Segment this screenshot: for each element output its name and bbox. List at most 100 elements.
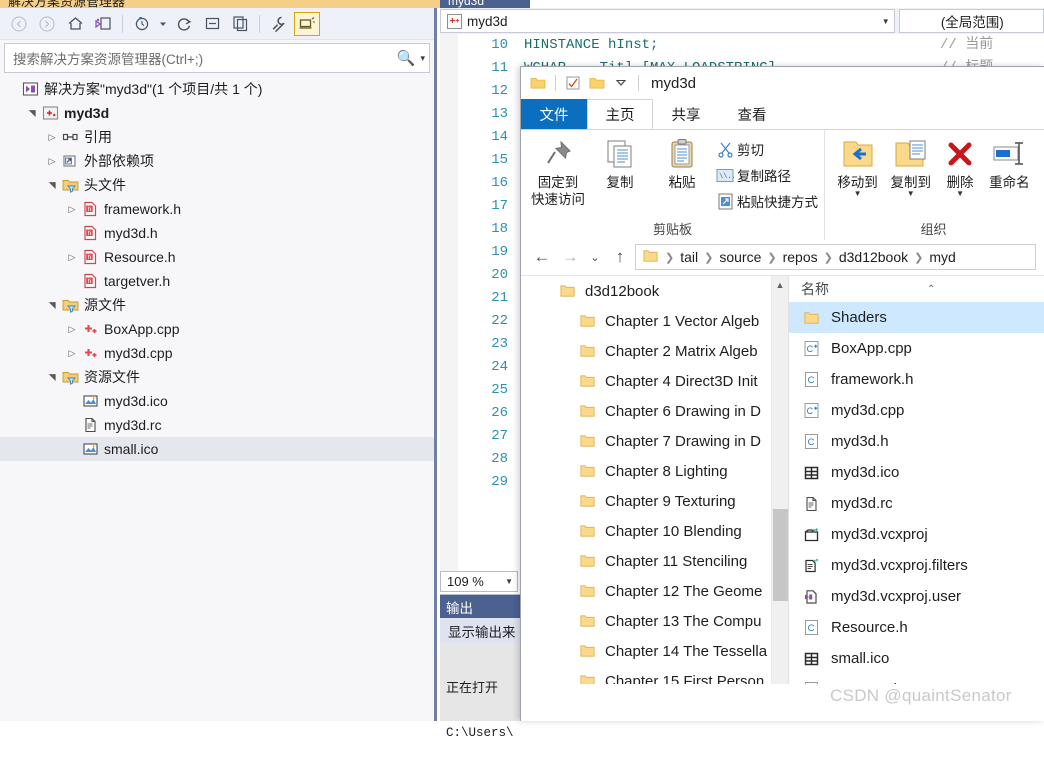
collapse-arrow-icon[interactable]: ▷	[64, 324, 80, 335]
nav-tree-item[interactable]: Chapter 10 Blending	[521, 516, 788, 546]
collapse-all-icon[interactable]	[199, 12, 225, 36]
solution-tree-item[interactable]: ◢ myd3d	[0, 101, 434, 125]
chevron-down-icon[interactable]: ▼	[505, 577, 513, 586]
nav-tree-item[interactable]: d3d12book	[521, 276, 788, 306]
breadcrumb-segment[interactable]: tail	[680, 249, 698, 265]
expand-arrow-icon[interactable]: ◢	[47, 297, 58, 313]
column-header-name[interactable]: 名称 ⌃	[789, 276, 1044, 302]
solution-tree[interactable]: 解决方案"myd3d"(1 个项目/共 1 个) ◢ myd3d ▷ 引用 ▷ 外部依赖项 ◢…	[0, 73, 434, 461]
nav-tree-item[interactable]: Chapter 1 Vector Algeb	[521, 306, 788, 336]
solution-tree-item[interactable]: h targetver.h	[0, 269, 434, 293]
up-arrow-icon[interactable]: ↑	[607, 244, 633, 270]
solution-tree-item[interactable]: ◢ 源文件	[0, 293, 434, 317]
solution-tree-item[interactable]: ◢ 资源文件	[0, 365, 434, 389]
file-list-row[interactable]: Cmyd3d.h	[789, 426, 1044, 457]
member-scope-dropdown[interactable]: (全局范围)	[898, 9, 1044, 33]
nav-tree-item[interactable]: Chapter 14 The Tessella	[521, 636, 788, 666]
copy-to-button[interactable]: 复制到 ▼	[884, 134, 937, 198]
properties-icon[interactable]	[266, 12, 292, 36]
refresh-icon[interactable]	[171, 12, 197, 36]
search-dropdown-caret-icon[interactable]: ▾	[418, 53, 425, 64]
scroll-up-icon[interactable]: ▲	[772, 276, 788, 293]
solution-tree-item[interactable]: h myd3d.h	[0, 221, 434, 245]
file-list-row[interactable]: C BoxApp.cpp	[789, 333, 1044, 364]
nav-tree-item[interactable]: Chapter 13 The Compu	[521, 606, 788, 636]
navigation-scrollbar[interactable]: ▲	[771, 276, 788, 684]
breadcrumb[interactable]: ❯ tail ❯ source ❯ repos ❯ d3d12book ❯ myd	[635, 244, 1036, 270]
file-list-row[interactable]: myd3d.vcxproj.filters	[789, 550, 1044, 581]
chevron-down-icon[interactable]: ▼	[882, 17, 890, 26]
paste-shortcut-button[interactable]: 粘贴快捷方式	[713, 188, 818, 214]
editor-tab-label[interactable]: myd3d	[448, 0, 484, 8]
pending-changes-icon[interactable]	[129, 12, 155, 36]
collapse-arrow-icon[interactable]: ▷	[64, 348, 80, 359]
nav-tree-item[interactable]: Chapter 15 First Person	[521, 666, 788, 684]
file-list-row[interactable]: Shaders	[789, 302, 1044, 333]
ribbon-tab-3[interactable]: 查看	[719, 99, 785, 129]
navigation-pane[interactable]: d3d12book Chapter 1 Vector Algeb Chapter 2…	[521, 276, 789, 684]
properties-icon[interactable]	[564, 74, 582, 92]
new-folder-icon[interactable]	[588, 74, 606, 92]
folder-icon[interactable]	[529, 74, 547, 92]
project-scope-dropdown[interactable]: + + myd3d ▼	[440, 9, 895, 33]
nav-tree-item[interactable]: Chapter 4 Direct3D Init	[521, 366, 788, 396]
solution-tree-item[interactable]: ▷ BoxApp.cpp	[0, 317, 434, 341]
collapse-arrow-icon[interactable]: ▷	[64, 252, 80, 263]
recent-locations-chevron-down-icon[interactable]: ⌄	[585, 244, 605, 270]
back-icon[interactable]	[6, 12, 32, 36]
chevron-right-icon[interactable]: ❯	[912, 251, 925, 264]
nav-tree-item[interactable]: Chapter 6 Drawing in D	[521, 396, 788, 426]
chevron-down-icon[interactable]: ▼	[854, 190, 862, 198]
scrollbar-thumb[interactable]	[773, 509, 788, 601]
back-arrow-icon[interactable]: ←	[529, 244, 555, 270]
file-list-row[interactable]: Ctargetver.h	[789, 674, 1044, 684]
pin-to-quick-access-button[interactable]: 固定到 快速访问	[527, 134, 589, 208]
solution-tree-item[interactable]: ▷ 引用	[0, 125, 434, 149]
chevron-down-icon[interactable]: ▼	[956, 190, 964, 198]
forward-arrow-icon[interactable]: →	[557, 244, 583, 270]
solution-tree-item[interactable]: myd3d.ico	[0, 389, 434, 413]
chevron-right-icon[interactable]: ❯	[822, 251, 835, 264]
file-list-row[interactable]: small.ico	[789, 643, 1044, 674]
nav-tree-item[interactable]: Chapter 8 Lighting	[521, 456, 788, 486]
chevron-right-icon[interactable]: ❯	[663, 251, 676, 264]
chevron-down-icon[interactable]: ▼	[907, 190, 915, 198]
search-icon[interactable]: 🔍	[394, 49, 419, 67]
expand-arrow-icon[interactable]: ◢	[47, 177, 58, 193]
breadcrumb-segment[interactable]: source	[719, 249, 761, 265]
file-list-row[interactable]: myd3d.rc	[789, 488, 1044, 519]
preview-selected-items-icon[interactable]	[294, 11, 320, 36]
cut-button[interactable]: 剪切	[713, 136, 818, 162]
customize-qat-caret-icon[interactable]	[612, 74, 630, 92]
rename-button[interactable]: 重命名	[983, 134, 1036, 191]
file-list-pane[interactable]: 名称 ⌃ Shaders C BoxApp.cpp Cframework.h Cmyd3…	[789, 276, 1044, 684]
editor-zoom-dropdown[interactable]: 109 % ▼	[440, 571, 518, 592]
file-list-row[interactable]: myd3d.vcxproj.user	[789, 581, 1044, 612]
collapse-arrow-icon[interactable]: ▷	[64, 204, 80, 215]
paste-button[interactable]: 粘贴	[651, 134, 713, 191]
file-list-row[interactable]: myd3d.vcxproj	[789, 519, 1044, 550]
file-list-row[interactable]: myd3d.ico	[789, 457, 1044, 488]
forward-icon[interactable]	[34, 12, 60, 36]
solution-explorer-search[interactable]: 搜索解决方案资源管理器(Ctrl+;) 🔍 ▾	[4, 43, 430, 73]
nav-tree-item[interactable]: Chapter 11 Stenciling	[521, 546, 788, 576]
pending-changes-caret-icon[interactable]	[157, 12, 169, 36]
breadcrumb-segment[interactable]: repos	[783, 249, 818, 265]
solution-tree-item[interactable]: ▷ h framework.h	[0, 197, 434, 221]
explorer-title-bar[interactable]: myd3d	[521, 67, 1044, 99]
copy-path-button[interactable]: \\.. 复制路径	[713, 162, 818, 188]
solution-tree-item[interactable]: ▷ 外部依赖项	[0, 149, 434, 173]
ribbon-tab-bar[interactable]: 文件 主页 共享 查看	[521, 99, 1044, 129]
ribbon-tab-0[interactable]: 文件	[521, 99, 587, 129]
nav-tree-item[interactable]: Chapter 9 Texturing	[521, 486, 788, 516]
breadcrumb-segment[interactable]: d3d12book	[839, 249, 908, 265]
ribbon-tab-2[interactable]: 共享	[653, 99, 719, 129]
file-list-row[interactable]: Cmyd3d.cpp	[789, 395, 1044, 426]
solution-tree-item[interactable]: small.ico	[0, 437, 434, 461]
home-icon[interactable]	[62, 12, 88, 36]
solution-tree-item[interactable]: myd3d.rc	[0, 413, 434, 437]
solution-tree-item[interactable]: ▷ myd3d.cpp	[0, 341, 434, 365]
breadcrumb-segment[interactable]: myd	[929, 249, 955, 265]
file-list-row[interactable]: Cframework.h	[789, 364, 1044, 395]
sync-with-active-document-icon[interactable]	[90, 12, 116, 36]
